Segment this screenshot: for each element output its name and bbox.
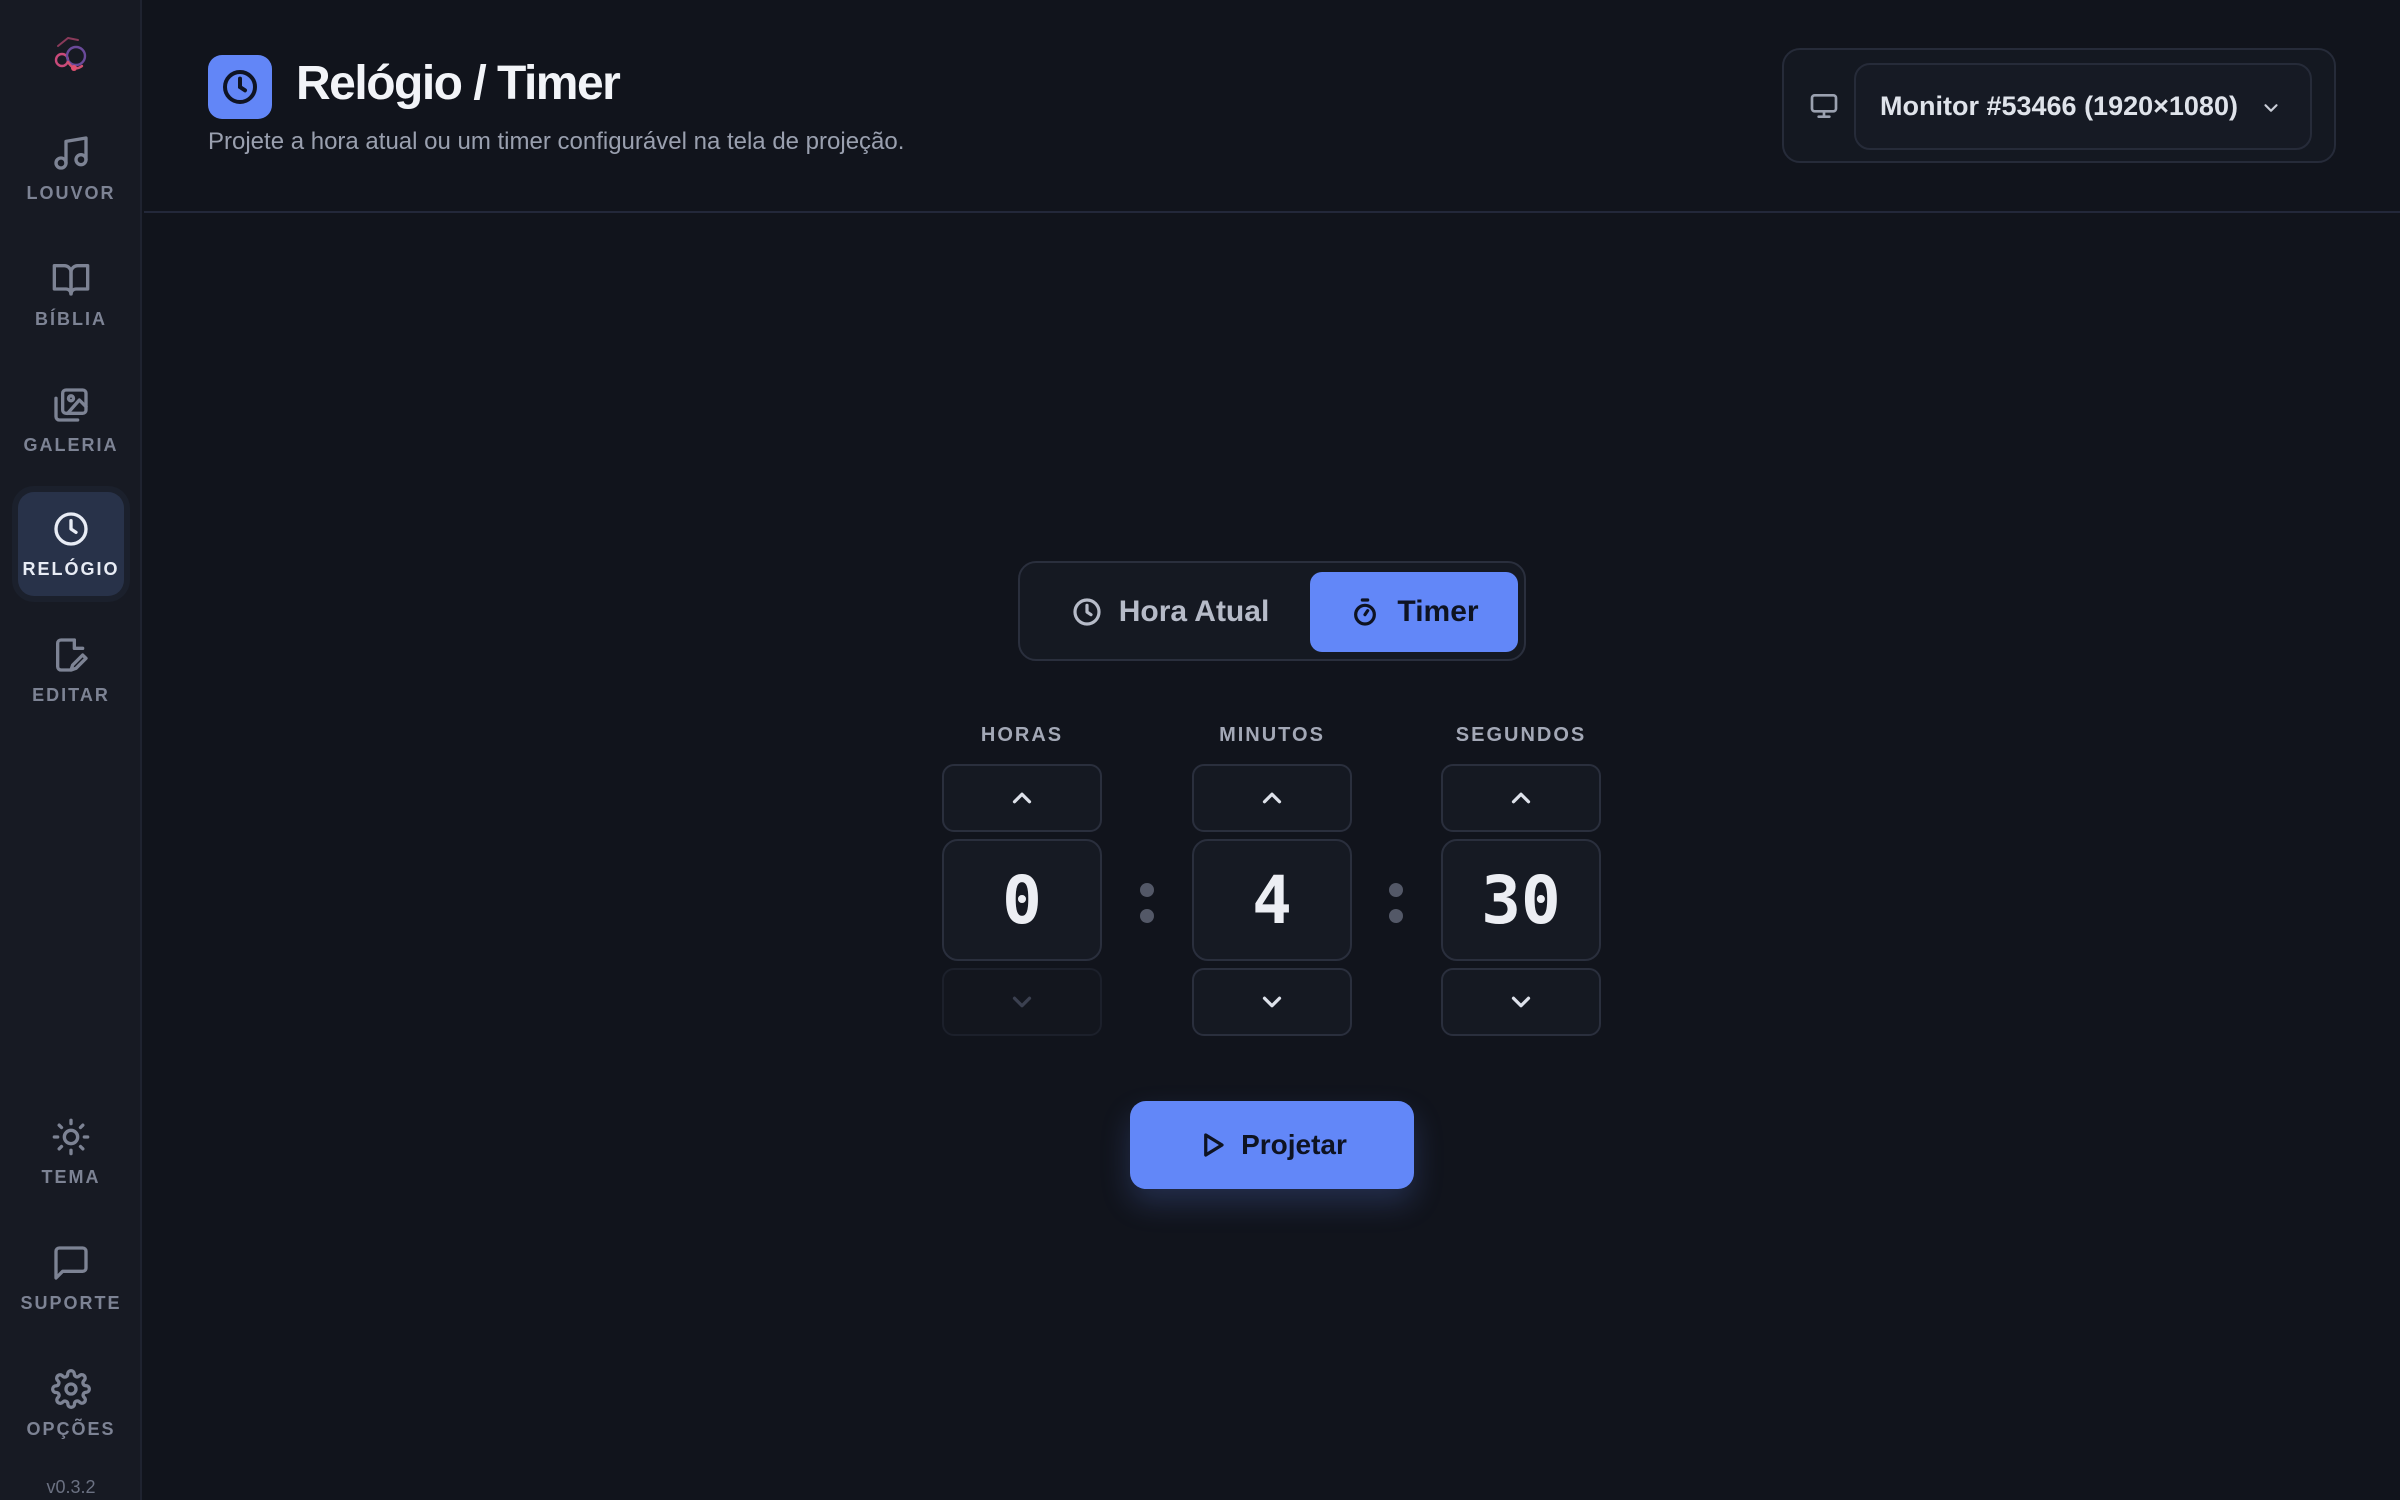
tab-label: Hora Atual xyxy=(1118,595,1270,628)
mode-toggle: Hora Atual Timer xyxy=(1018,561,1526,661)
hours-decrement-button[interactable] xyxy=(942,968,1102,1036)
sidebar-item-biblia[interactable]: BÍBLIA xyxy=(18,242,124,346)
sidebar-item-suporte[interactable]: SUPORTE xyxy=(18,1226,124,1330)
project-button[interactable]: Projetar xyxy=(1130,1101,1414,1189)
message-square-icon xyxy=(54,1245,88,1280)
chevron-up-icon xyxy=(1511,792,1531,804)
chevron-down-icon xyxy=(1262,996,1282,1008)
sidebar-item-galeria[interactable]: GALERIA xyxy=(18,368,124,472)
hours-increment-button[interactable] xyxy=(942,764,1102,832)
clock-icon xyxy=(208,55,272,119)
sidebar-item-label: RELÓGIO xyxy=(22,558,120,579)
clock-icon xyxy=(54,511,88,546)
sidebar-item-louvor[interactable]: LOUVOR xyxy=(18,116,124,220)
tab-hora-atual[interactable]: Hora Atual xyxy=(1030,572,1310,652)
sidebar-item-label: EDITAR xyxy=(32,684,110,705)
seconds-increment-button[interactable] xyxy=(1441,764,1601,832)
tab-timer[interactable]: Timer xyxy=(1310,572,1518,652)
page-header: Relógio / Timer Projete a hora atual ou … xyxy=(144,0,2400,213)
minutes-increment-button[interactable] xyxy=(1192,764,1352,832)
stopwatch-icon xyxy=(1354,598,1377,626)
chevron-up-icon xyxy=(1012,792,1032,804)
monitor-dropdown[interactable]: Monitor #53466 (1920×1080) xyxy=(1854,63,2312,150)
time-separator xyxy=(1389,880,1403,928)
sidebar-item-label: LOUVOR xyxy=(26,182,116,203)
clock-icon xyxy=(1073,598,1101,626)
gear-icon xyxy=(51,1368,91,1409)
hours-label: HORAS xyxy=(980,724,1064,746)
seconds-decrement-button[interactable] xyxy=(1441,968,1601,1036)
book-open-icon xyxy=(52,263,90,296)
sidebar-item-relogio[interactable]: RELÓGIO xyxy=(18,492,124,596)
project-button-label: Projetar xyxy=(1241,1129,1347,1160)
hours-value[interactable]: 0 xyxy=(942,839,1102,961)
sidebar-item-label: TEMA xyxy=(41,1166,101,1187)
chevron-up-icon xyxy=(1262,792,1282,804)
app-version: v0.3.2 xyxy=(46,1477,96,1497)
sidebar-item-opcoes[interactable]: OPÇÕES xyxy=(18,1352,124,1456)
monitor-selector: Monitor #53466 (1920×1080) xyxy=(1782,48,2336,163)
sidebar-item-label: GALERIA xyxy=(23,434,119,455)
seconds-value[interactable]: 30 xyxy=(1441,839,1601,961)
sidebar-item-label: SUPORTE xyxy=(20,1292,122,1313)
minutes-value[interactable]: 4 xyxy=(1192,839,1352,961)
sidebar: LOUVOR BÍBLIA GALERIA RELÓGIO EDITAR TEM… xyxy=(0,0,142,1500)
app-root: LOUVOR BÍBLIA GALERIA RELÓGIO EDITAR TEM… xyxy=(0,0,2400,1500)
music-note-icon xyxy=(54,135,88,170)
chevron-down-icon xyxy=(1012,996,1032,1008)
minutes-label: MINUTOS xyxy=(1219,724,1325,746)
minutes-decrement-button[interactable] xyxy=(1192,968,1352,1036)
chevron-down-icon xyxy=(2264,104,2278,112)
images-icon xyxy=(54,387,88,422)
sun-icon xyxy=(52,1118,90,1155)
sidebar-item-editar[interactable]: EDITAR xyxy=(18,618,124,722)
sidebar-item-label: OPÇÕES xyxy=(26,1418,116,1439)
sidebar-item-tema[interactable]: TEMA xyxy=(18,1100,124,1204)
page-subtitle: Projete a hora atual ou um timer configu… xyxy=(208,128,905,155)
app-logo xyxy=(48,32,94,78)
monitor-icon xyxy=(1808,90,1840,122)
monitor-dropdown-value: Monitor #53466 (1920×1080) xyxy=(1880,91,2238,121)
file-edit-icon xyxy=(56,637,88,672)
page-title: Relógio / Timer xyxy=(296,57,621,110)
tab-label: Timer xyxy=(1397,595,1479,628)
seconds-label: SEGUNDOS xyxy=(1455,724,1587,746)
chevron-down-icon xyxy=(1511,996,1531,1008)
sidebar-item-label: BÍBLIA xyxy=(35,308,107,329)
time-separator xyxy=(1140,880,1154,928)
play-icon xyxy=(1204,1133,1224,1157)
